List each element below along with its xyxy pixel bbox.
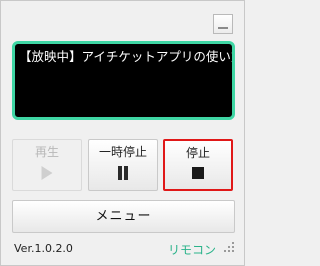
version-text: Ver.1.0.2.0: [14, 242, 73, 255]
menu-button[interactable]: メニュー: [12, 200, 235, 233]
minimize-button[interactable]: [213, 14, 233, 34]
play-icon: [41, 166, 53, 180]
now-playing-display: 【放映中】アイチケットアプリの使い方: [12, 41, 235, 120]
stop-button[interactable]: 停止: [163, 139, 233, 191]
pause-label: 一時停止: [98, 145, 147, 159]
stop-label: 停止: [185, 146, 210, 160]
menu-label: メニュー: [95, 209, 152, 224]
pause-icon: [117, 166, 129, 180]
remote-window: 【放映中】アイチケットアプリの使い方 再生 一時停止 停止 メニュー Ver.1…: [0, 0, 245, 266]
resize-grip-icon[interactable]: [222, 242, 236, 256]
stop-icon: [192, 167, 204, 179]
play-button[interactable]: 再生: [12, 139, 82, 191]
now-playing-text: 【放映中】アイチケットアプリの使い方: [19, 49, 235, 64]
play-label: 再生: [34, 145, 59, 159]
brand-label: リモコン: [168, 243, 217, 257]
pause-button[interactable]: 一時停止: [88, 139, 158, 191]
minimize-icon: [218, 27, 228, 29]
